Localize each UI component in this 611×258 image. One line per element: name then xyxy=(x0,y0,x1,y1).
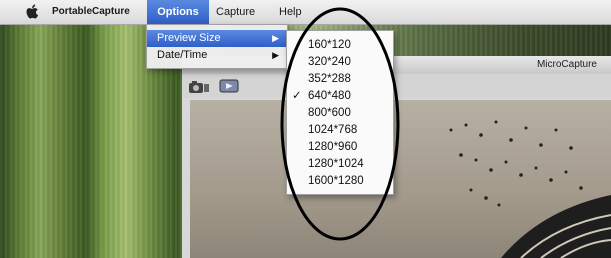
menu-capture[interactable]: Capture xyxy=(216,4,255,20)
submenu-item-1600x1280[interactable]: 1600*1280 xyxy=(287,173,393,189)
submenu-arrow-icon: ▶ xyxy=(272,50,279,60)
submenu-item-352x288[interactable]: 352*288 xyxy=(287,71,393,87)
submenu-item-label: 320*240 xyxy=(308,56,351,68)
submenu-item-label: 800*600 xyxy=(308,107,351,119)
submenu-item-label: 1280*1024 xyxy=(308,158,364,170)
options-dropdown: Preview Size ▶ Date/Time ▶ xyxy=(146,24,288,69)
app-name-menu[interactable]: PortableCapture xyxy=(52,4,130,20)
preview-size-submenu: 160*120 320*240 352*288 ✓ 640*480 800*60… xyxy=(286,30,394,195)
submenu-item-1024x768[interactable]: 1024*768 xyxy=(287,122,393,138)
window-title: MicroCapture xyxy=(536,59,597,70)
submenu-item-label: 640*480 xyxy=(308,90,351,102)
submenu-item-800x600[interactable]: 800*600 xyxy=(287,105,393,121)
submenu-item-160x120[interactable]: 160*120 xyxy=(287,37,393,53)
menu-item-label: Date/Time xyxy=(157,49,208,61)
menu-item-date-time[interactable]: Date/Time ▶ xyxy=(147,47,287,64)
camera-icon[interactable] xyxy=(188,79,210,95)
submenu-item-1280x1024[interactable]: 1280*1024 xyxy=(287,156,393,172)
submenu-item-label: 352*288 xyxy=(308,73,351,85)
microcapture-window: MicroCapture xyxy=(182,56,611,258)
preview-image xyxy=(190,100,611,258)
menu-options[interactable]: Options xyxy=(147,0,209,24)
menu-item-label: Preview Size xyxy=(157,32,221,44)
submenu-item-1280x960[interactable]: 1280*960 xyxy=(287,139,393,155)
submenu-item-label: 1024*768 xyxy=(308,124,358,136)
menu-help[interactable]: Help xyxy=(279,4,302,20)
menu-item-preview-size[interactable]: Preview Size ▶ xyxy=(147,30,287,47)
menu-bar: PortableCapture Options Capture Help xyxy=(0,0,611,25)
window-toolbar xyxy=(182,74,611,98)
submenu-arrow-icon: ▶ xyxy=(272,33,279,43)
apple-icon[interactable] xyxy=(26,4,40,20)
specimen-pattern xyxy=(449,120,611,258)
submenu-item-320x240[interactable]: 320*240 xyxy=(287,54,393,70)
submenu-item-label: 1280*960 xyxy=(308,141,358,153)
submenu-item-label: 1600*1280 xyxy=(308,175,364,187)
submenu-item-640x480[interactable]: ✓ 640*480 xyxy=(287,88,393,104)
submenu-item-label: 160*120 xyxy=(308,39,351,51)
video-icon[interactable] xyxy=(218,77,240,95)
checkmark-icon: ✓ xyxy=(292,90,302,102)
